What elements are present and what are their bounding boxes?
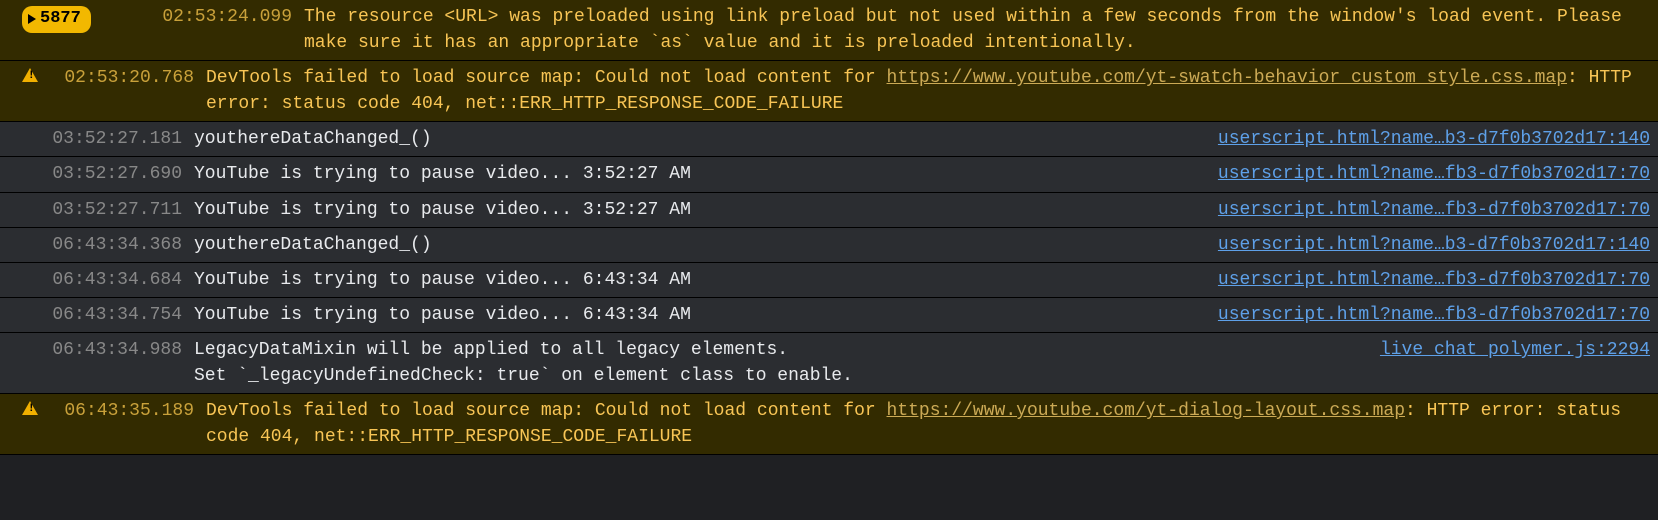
log-message-text: DevTools failed to load source map: Coul… [206,401,887,421]
timestamp: 03:52:27.711 [22,197,194,223]
log-message: DevTools failed to load source map: Coul… [206,65,1650,117]
console-row[interactable]: 5877 02:53:24.099The resource <URL> was p… [0,0,1658,61]
source-link[interactable]: userscript.html?name…fb3-d7f0b3702d17:70 [1218,270,1650,290]
timestamp: 03:52:27.690 [22,161,194,187]
source-link[interactable]: userscript.html?name…fb3-d7f0b3702d17:70 [1218,164,1650,184]
repeat-count-badge[interactable]: 5877 [22,6,91,33]
console-row[interactable]: 03:52:27.690YouTube is trying to pause v… [0,157,1658,192]
source-location: userscript.html?name…fb3-d7f0b3702d17:70 [1206,161,1650,187]
log-message-text: youthereDataChanged_() [194,129,432,149]
timestamp: 06:43:34.368 [22,232,194,258]
console-row[interactable]: 06:43:34.684YouTube is trying to pause v… [0,263,1658,298]
timestamp: 06:43:34.684 [22,267,194,293]
source-location: live_chat_polymer.js:2294 [1368,337,1650,363]
console-row[interactable]: 06:43:34.754YouTube is trying to pause v… [0,298,1658,333]
console-row[interactable]: 06:43:35.189DevTools failed to load sour… [0,394,1658,455]
log-message: YouTube is trying to pause video... 6:43… [194,302,1206,328]
log-message: YouTube is trying to pause video... 3:52… [194,161,1206,187]
console-row[interactable]: 02:53:20.768DevTools failed to load sour… [0,61,1658,122]
message-url-link[interactable]: https://www.youtube.com/yt-swatch-behavi… [887,68,1568,88]
source-link[interactable]: userscript.html?name…fb3-d7f0b3702d17:70 [1218,200,1650,220]
source-location: userscript.html?name…b3-d7f0b3702d17:140 [1206,126,1650,152]
source-location: userscript.html?name…fb3-d7f0b3702d17:70 [1206,267,1650,293]
log-message-text: LegacyDataMixin will be applied to all l… [194,340,788,360]
log-message: youthereDataChanged_() [194,126,1206,152]
console-row[interactable]: 06:43:34.368youthereDataChanged_() usersc… [0,228,1658,263]
warning-icon [22,401,38,415]
timestamp: 06:43:34.988 [22,337,194,363]
source-link[interactable]: userscript.html?name…fb3-d7f0b3702d17:70 [1218,305,1650,325]
log-message-text: The resource <URL> was preloaded using l… [304,7,1622,53]
timestamp: 02:53:24.099 [132,4,304,30]
log-message: youthereDataChanged_() [194,232,1206,258]
log-message-text: YouTube is trying to pause video... 3:52… [194,164,691,184]
source-location: userscript.html?name…b3-d7f0b3702d17:140 [1206,232,1650,258]
log-message-text: Set `_legacyUndefinedCheck: true` on ele… [194,366,853,386]
log-message-text: YouTube is trying to pause video... 6:43… [194,305,691,325]
source-location: userscript.html?name…fb3-d7f0b3702d17:70 [1206,302,1650,328]
console-row[interactable]: 06:43:34.988LegacyDataMixin will be appl… [0,333,1658,394]
source-link[interactable]: userscript.html?name…b3-d7f0b3702d17:140 [1218,235,1650,255]
message-url-link[interactable]: https://www.youtube.com/yt-dialog-layout… [887,401,1405,421]
timestamp: 06:43:35.189 [44,398,206,424]
timestamp: 02:53:20.768 [44,65,206,91]
log-message-text: YouTube is trying to pause video... 3:52… [194,200,691,220]
timestamp: 03:52:27.181 [22,126,194,152]
disclosure-triangle-icon [28,14,36,24]
log-message: LegacyDataMixin will be applied to all l… [194,337,1368,389]
log-message-text: DevTools failed to load source map: Coul… [206,68,887,88]
source-link[interactable]: live_chat_polymer.js:2294 [1380,340,1650,360]
warning-icon [22,68,38,82]
log-message-text: youthereDataChanged_() [194,235,432,255]
console-row[interactable]: 03:52:27.181youthereDataChanged_() usersc… [0,122,1658,157]
source-location: userscript.html?name…fb3-d7f0b3702d17:70 [1206,197,1650,223]
console-log-panel: 5877 02:53:24.099The resource <URL> was p… [0,0,1658,455]
console-row[interactable]: 03:52:27.711YouTube is trying to pause v… [0,193,1658,228]
log-message-text: YouTube is trying to pause video... 6:43… [194,270,691,290]
repeat-count: 5877 [40,7,81,32]
log-message: YouTube is trying to pause video... 6:43… [194,267,1206,293]
log-message: YouTube is trying to pause video... 3:52… [194,197,1206,223]
log-message: The resource <URL> was preloaded using l… [304,4,1650,56]
log-message: DevTools failed to load source map: Coul… [206,398,1650,450]
timestamp: 06:43:34.754 [22,302,194,328]
source-link[interactable]: userscript.html?name…b3-d7f0b3702d17:140 [1218,129,1650,149]
